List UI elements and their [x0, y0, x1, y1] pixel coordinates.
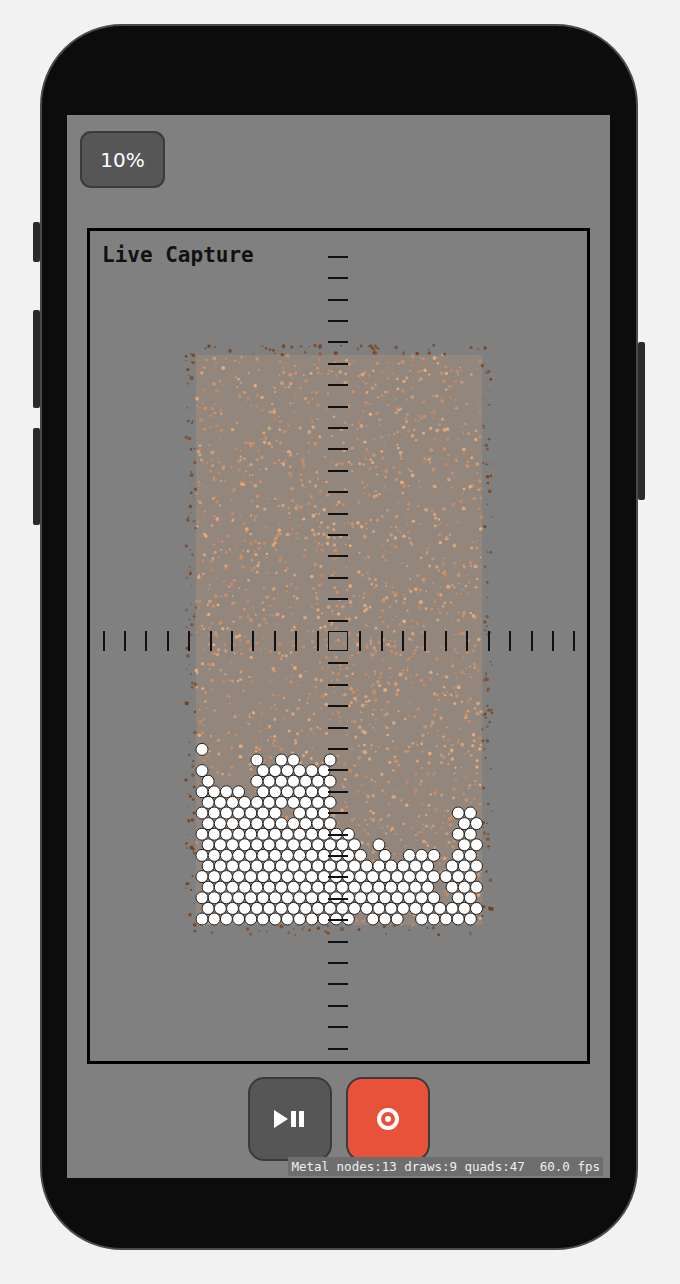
record-button[interactable]	[346, 1077, 430, 1161]
crosshair-center	[328, 631, 348, 651]
play-pause-button[interactable]	[248, 1077, 332, 1161]
mute-switch[interactable]	[33, 222, 40, 262]
capture-title: Live Capture	[102, 243, 254, 267]
screen: 10% Live Capture Metal nodes:13 draws:9 …	[67, 115, 610, 1178]
crosshair-overlay	[90, 231, 587, 1061]
live-capture-view: Live Capture	[87, 228, 590, 1064]
stats-overlay: Metal nodes:13 draws:9 quads:47 60.0 fps	[288, 1157, 603, 1176]
power-button[interactable]	[638, 342, 645, 500]
zoom-button[interactable]: 10%	[80, 131, 165, 188]
phone-frame: 10% Live Capture Metal nodes:13 draws:9 …	[40, 24, 638, 1250]
record-icon	[376, 1107, 400, 1131]
volume-up-button[interactable]	[33, 310, 40, 408]
play-pause-icon	[273, 1108, 307, 1130]
volume-down-button[interactable]	[33, 428, 40, 525]
